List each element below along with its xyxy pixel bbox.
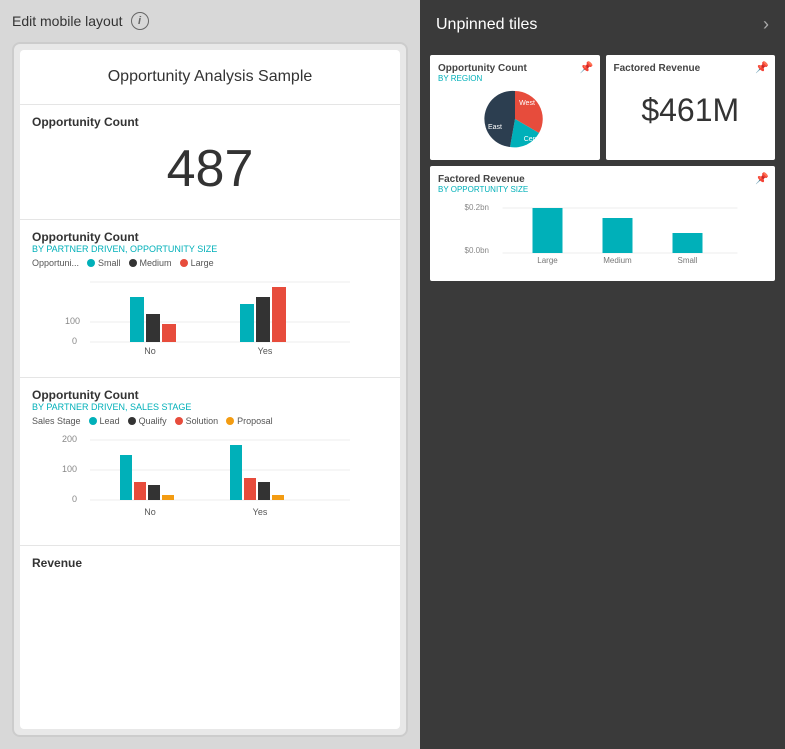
tiles-grid: 📌 Opportunity Count BY REGION West Centr… [420, 49, 785, 287]
card2-bar-chart: 100 0 No Yes [32, 272, 388, 362]
tile3-bar-chart: $0.2bn $0.0bn Large Medium Small [438, 198, 767, 268]
dashboard-title: Opportunity Analysis Sample [32, 68, 388, 86]
pin-icon-1[interactable]: 📌 [580, 61, 594, 74]
svg-text:West: West [519, 100, 535, 107]
legend-dot-qualify [128, 417, 136, 425]
right-panel: Unpinned tiles › 📌 Opportunity Count BY … [420, 0, 785, 749]
svg-text:100: 100 [62, 464, 77, 474]
pie-chart: West Central East [475, 87, 555, 152]
revenue-card: Revenue [20, 546, 400, 580]
tile2-title: Factored Revenue [614, 63, 768, 74]
unpinned-tiles-label: Unpinned tiles [436, 16, 537, 34]
svg-text:Yes: Yes [258, 346, 273, 356]
tile1-subtitle: BY REGION [438, 74, 592, 83]
svg-text:0: 0 [72, 494, 77, 504]
svg-text:0: 0 [72, 336, 77, 346]
legend-label-lead: Lead [100, 416, 120, 426]
card3-subtitle: BY PARTNER DRIVEN, SALES STAGE [32, 402, 388, 412]
legend-dot-large [180, 259, 188, 267]
opportunity-count-partner-card: Opportunity Count BY PARTNER DRIVEN, OPP… [20, 220, 400, 378]
legend-label-solution: Solution [186, 416, 219, 426]
svg-text:No: No [144, 346, 156, 356]
legend-item-small: Small [87, 258, 121, 268]
legend-dot-lead [89, 417, 97, 425]
title-card: Opportunity Analysis Sample [20, 50, 400, 105]
card1-title: Opportunity Count [32, 115, 388, 129]
legend-item-sales-stage: Sales Stage [32, 416, 81, 426]
pin-icon-2[interactable]: 📌 [755, 61, 769, 74]
card3-bar-chart: 200 100 0 No Yes [32, 430, 388, 530]
phone-frame: Opportunity Analysis Sample Opportunity … [12, 42, 408, 737]
legend-label-medium: Medium [140, 258, 172, 268]
card2-title: Opportunity Count [32, 230, 388, 244]
opportunity-count-sales-card: Opportunity Count BY PARTNER DRIVEN, SAL… [20, 378, 400, 546]
info-icon[interactable]: i [131, 12, 149, 30]
card2-legend: Opportuni... Small Medium Large [32, 258, 388, 268]
tile1-title: Opportunity Count [438, 63, 592, 74]
pin-icon-3[interactable]: 📌 [755, 172, 769, 185]
svg-text:Central: Central [523, 136, 546, 143]
svg-text:No: No [144, 507, 156, 517]
svg-text:Large: Large [537, 256, 558, 265]
svg-text:Yes: Yes [253, 507, 268, 517]
legend-label-small: Small [98, 258, 121, 268]
tile3-title: Factored Revenue [438, 174, 767, 185]
legend-item-lead: Lead [89, 416, 120, 426]
svg-text:100: 100 [65, 316, 80, 326]
edit-mobile-layout-label: Edit mobile layout [12, 13, 123, 29]
opportunity-count-card: Opportunity Count 487 [20, 105, 400, 220]
legend-item-qualify: Qualify [128, 416, 167, 426]
legend-label-qualify: Qualify [139, 416, 167, 426]
svg-text:$0.2bn: $0.2bn [465, 203, 489, 212]
card3-legend: Sales Stage Lead Qualify Solution [32, 416, 388, 426]
card2-subtitle: BY PARTNER DRIVEN, OPPORTUNITY SIZE [32, 244, 388, 254]
tile-opportunity-count[interactable]: 📌 Opportunity Count BY REGION West Centr… [430, 55, 600, 160]
revenue-title: Revenue [32, 556, 388, 570]
legend-label-opportuni: Opportuni... [32, 258, 79, 268]
right-header: Unpinned tiles › [420, 0, 785, 49]
legend-item-large: Large [180, 258, 214, 268]
tile2-value: $461M [614, 74, 768, 147]
left-header: Edit mobile layout i [12, 12, 408, 30]
opportunity-count-number: 487 [32, 129, 388, 209]
svg-text:$0.0bn: $0.0bn [465, 246, 489, 255]
legend-item-solution: Solution [175, 416, 219, 426]
pie-container: West Central East [438, 87, 592, 152]
tile-factored-revenue-size[interactable]: 📌 Factored Revenue BY OPPORTUNITY SIZE $… [430, 166, 775, 281]
legend-item-medium: Medium [129, 258, 172, 268]
legend-label-large: Large [191, 258, 214, 268]
tile-factored-revenue[interactable]: 📌 Factored Revenue $461M [606, 55, 776, 160]
legend-dot-proposal [226, 417, 234, 425]
legend-label-proposal: Proposal [237, 416, 273, 426]
legend-label-sales-stage: Sales Stage [32, 416, 81, 426]
legend-dot-medium [129, 259, 137, 267]
left-panel: Edit mobile layout i Opportunity Analysi… [0, 0, 420, 749]
tile3-subtitle: BY OPPORTUNITY SIZE [438, 185, 767, 194]
legend-dot-small [87, 259, 95, 267]
legend-item-opportuni: Opportuni... [32, 258, 79, 268]
svg-text:Small: Small [677, 256, 697, 265]
phone-inner: Opportunity Analysis Sample Opportunity … [20, 50, 400, 729]
legend-item-proposal: Proposal [226, 416, 273, 426]
svg-text:200: 200 [62, 434, 77, 444]
svg-text:Medium: Medium [603, 256, 632, 265]
legend-dot-solution [175, 417, 183, 425]
svg-text:East: East [488, 124, 502, 131]
card3-title: Opportunity Count [32, 388, 388, 402]
chevron-right-icon[interactable]: › [763, 14, 769, 35]
